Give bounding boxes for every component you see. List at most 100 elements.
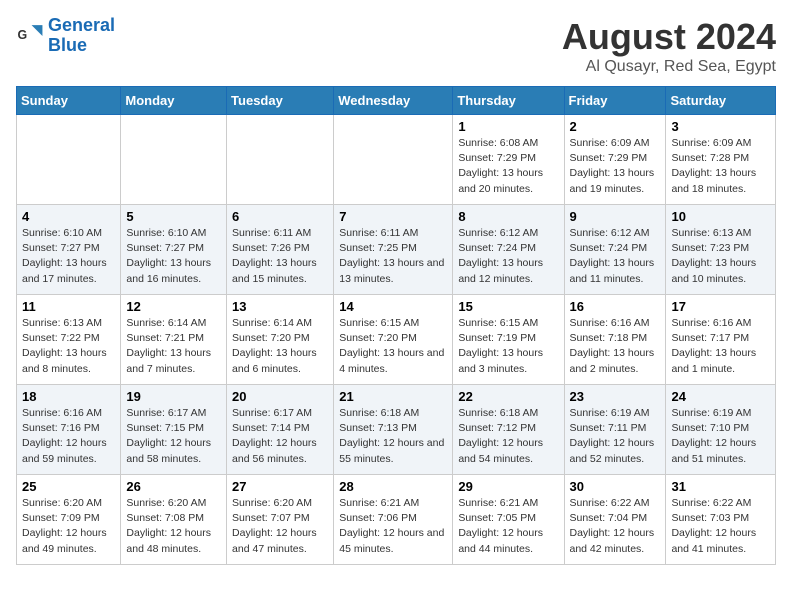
day-info: Sunrise: 6:18 AMSunset: 7:12 PMDaylight:…: [458, 406, 558, 467]
weekday-header-friday: Friday: [564, 87, 666, 115]
day-info: Sunrise: 6:12 AMSunset: 7:24 PMDaylight:…: [570, 226, 661, 287]
day-number: 12: [126, 299, 221, 314]
calendar-cell: 8 Sunrise: 6:12 AMSunset: 7:24 PMDaylight…: [453, 205, 564, 295]
day-info: Sunrise: 6:09 AMSunset: 7:29 PMDaylight:…: [570, 136, 661, 197]
day-info: Sunrise: 6:18 AMSunset: 7:13 PMDaylight:…: [339, 406, 447, 467]
day-info: Sunrise: 6:09 AMSunset: 7:28 PMDaylight:…: [671, 136, 770, 197]
calendar-cell: 4 Sunrise: 6:10 AMSunset: 7:27 PMDaylight…: [17, 205, 121, 295]
day-number: 16: [570, 299, 661, 314]
logo-text: General Blue: [48, 16, 115, 56]
day-info: Sunrise: 6:10 AMSunset: 7:27 PMDaylight:…: [22, 226, 115, 287]
calendar-cell: 23 Sunrise: 6:19 AMSunset: 7:11 PMDayligh…: [564, 385, 666, 475]
day-info: Sunrise: 6:19 AMSunset: 7:11 PMDaylight:…: [570, 406, 661, 467]
calendar-cell: 3 Sunrise: 6:09 AMSunset: 7:28 PMDaylight…: [666, 115, 776, 205]
calendar-cell: 19 Sunrise: 6:17 AMSunset: 7:15 PMDayligh…: [121, 385, 227, 475]
day-info: Sunrise: 6:21 AMSunset: 7:06 PMDaylight:…: [339, 496, 447, 557]
calendar-cell: 15 Sunrise: 6:15 AMSunset: 7:19 PMDayligh…: [453, 295, 564, 385]
day-number: 21: [339, 389, 447, 404]
calendar-cell: 18Sunrise: 6:16 AMSunset: 7:16 PMDayligh…: [17, 385, 121, 475]
day-info: Sunrise: 6:14 AMSunset: 7:21 PMDaylight:…: [126, 316, 221, 377]
weekday-header-thursday: Thursday: [453, 87, 564, 115]
weekday-header-tuesday: Tuesday: [227, 87, 334, 115]
calendar-cell: 26 Sunrise: 6:20 AMSunset: 7:08 PMDayligh…: [121, 475, 227, 565]
day-info: Sunrise: 6:15 AMSunset: 7:20 PMDaylight:…: [339, 316, 447, 377]
day-number: 5: [126, 209, 221, 224]
day-number: 9: [570, 209, 661, 224]
day-info: Sunrise: 6:10 AMSunset: 7:27 PMDaylight:…: [126, 226, 221, 287]
day-number: 10: [671, 209, 770, 224]
logo: G General Blue: [16, 16, 115, 56]
day-number: 4: [22, 209, 115, 224]
day-info: Sunrise: 6:21 AMSunset: 7:05 PMDaylight:…: [458, 496, 558, 557]
logo-line2: Blue: [48, 35, 87, 55]
calendar-week-row: 11 Sunrise: 6:13 AMSunset: 7:22 PMDayligh…: [17, 295, 776, 385]
svg-text:G: G: [18, 28, 28, 42]
title-block: August 2024 Al Qusayr, Red Sea, Egypt: [562, 16, 776, 76]
calendar-week-row: 18Sunrise: 6:16 AMSunset: 7:16 PMDayligh…: [17, 385, 776, 475]
calendar-cell: 9 Sunrise: 6:12 AMSunset: 7:24 PMDaylight…: [564, 205, 666, 295]
day-info: Sunrise: 6:16 AMSunset: 7:16 PMDaylight:…: [22, 406, 115, 467]
day-info: Sunrise: 6:13 AMSunset: 7:23 PMDaylight:…: [671, 226, 770, 287]
day-number: 11: [22, 299, 115, 314]
day-number: 28: [339, 479, 447, 494]
day-number: 2: [570, 119, 661, 134]
calendar-week-row: 4 Sunrise: 6:10 AMSunset: 7:27 PMDaylight…: [17, 205, 776, 295]
calendar-cell: 29 Sunrise: 6:21 AMSunset: 7:05 PMDayligh…: [453, 475, 564, 565]
calendar-cell: 13 Sunrise: 6:14 AMSunset: 7:20 PMDayligh…: [227, 295, 334, 385]
day-number: 8: [458, 209, 558, 224]
calendar-cell: 14 Sunrise: 6:15 AMSunset: 7:20 PMDayligh…: [334, 295, 453, 385]
calendar-cell: 31Sunrise: 6:22 AMSunset: 7:03 PMDayligh…: [666, 475, 776, 565]
day-number: 24: [671, 389, 770, 404]
calendar-week-row: 25 Sunrise: 6:20 AMSunset: 7:09 PMDayligh…: [17, 475, 776, 565]
day-info: Sunrise: 6:13 AMSunset: 7:22 PMDaylight:…: [22, 316, 115, 377]
calendar-cell: 10 Sunrise: 6:13 AMSunset: 7:23 PMDayligh…: [666, 205, 776, 295]
day-info: Sunrise: 6:12 AMSunset: 7:24 PMDaylight:…: [458, 226, 558, 287]
day-number: 17: [671, 299, 770, 314]
day-info: Sunrise: 6:11 AMSunset: 7:25 PMDaylight:…: [339, 226, 447, 287]
day-info: Sunrise: 6:20 AMSunset: 7:09 PMDaylight:…: [22, 496, 115, 557]
calendar-cell: [17, 115, 121, 205]
day-info: Sunrise: 6:17 AMSunset: 7:15 PMDaylight:…: [126, 406, 221, 467]
day-number: 23: [570, 389, 661, 404]
calendar-cell: 25 Sunrise: 6:20 AMSunset: 7:09 PMDayligh…: [17, 475, 121, 565]
calendar-cell: 16 Sunrise: 6:16 AMSunset: 7:18 PMDayligh…: [564, 295, 666, 385]
weekday-header-wednesday: Wednesday: [334, 87, 453, 115]
day-number: 20: [232, 389, 328, 404]
calendar-cell: 30Sunrise: 6:22 AMSunset: 7:04 PMDayligh…: [564, 475, 666, 565]
calendar-cell: 1 Sunrise: 6:08 AMSunset: 7:29 PMDaylight…: [453, 115, 564, 205]
day-info: Sunrise: 6:08 AMSunset: 7:29 PMDaylight:…: [458, 136, 558, 197]
calendar-cell: 5 Sunrise: 6:10 AMSunset: 7:27 PMDaylight…: [121, 205, 227, 295]
day-number: 26: [126, 479, 221, 494]
day-number: 1: [458, 119, 558, 134]
day-number: 3: [671, 119, 770, 134]
calendar-cell: 17Sunrise: 6:16 AMSunset: 7:17 PMDayligh…: [666, 295, 776, 385]
calendar-cell: [227, 115, 334, 205]
day-info: Sunrise: 6:15 AMSunset: 7:19 PMDaylight:…: [458, 316, 558, 377]
calendar-cell: 24 Sunrise: 6:19 AMSunset: 7:10 PMDayligh…: [666, 385, 776, 475]
calendar-cell: 28 Sunrise: 6:21 AMSunset: 7:06 PMDayligh…: [334, 475, 453, 565]
day-info: Sunrise: 6:20 AMSunset: 7:08 PMDaylight:…: [126, 496, 221, 557]
calendar-cell: 11 Sunrise: 6:13 AMSunset: 7:22 PMDayligh…: [17, 295, 121, 385]
day-number: 15: [458, 299, 558, 314]
day-number: 29: [458, 479, 558, 494]
calendar-cell: 22Sunrise: 6:18 AMSunset: 7:12 PMDayligh…: [453, 385, 564, 475]
calendar-cell: 27Sunrise: 6:20 AMSunset: 7:07 PMDayligh…: [227, 475, 334, 565]
day-number: 25: [22, 479, 115, 494]
day-info: Sunrise: 6:20 AMSunset: 7:07 PMDaylight:…: [232, 496, 328, 557]
calendar-cell: 12 Sunrise: 6:14 AMSunset: 7:21 PMDayligh…: [121, 295, 227, 385]
calendar-cell: 20Sunrise: 6:17 AMSunset: 7:14 PMDayligh…: [227, 385, 334, 475]
calendar-cell: [334, 115, 453, 205]
day-number: 14: [339, 299, 447, 314]
day-info: Sunrise: 6:22 AMSunset: 7:03 PMDaylight:…: [671, 496, 770, 557]
day-number: 19: [126, 389, 221, 404]
day-number: 13: [232, 299, 328, 314]
day-number: 6: [232, 209, 328, 224]
calendar-cell: 7Sunrise: 6:11 AMSunset: 7:25 PMDaylight…: [334, 205, 453, 295]
calendar-cell: 6Sunrise: 6:11 AMSunset: 7:26 PMDaylight…: [227, 205, 334, 295]
logo-line1: General: [48, 15, 115, 35]
day-info: Sunrise: 6:16 AMSunset: 7:18 PMDaylight:…: [570, 316, 661, 377]
calendar-cell: 2 Sunrise: 6:09 AMSunset: 7:29 PMDaylight…: [564, 115, 666, 205]
day-info: Sunrise: 6:14 AMSunset: 7:20 PMDaylight:…: [232, 316, 328, 377]
day-info: Sunrise: 6:19 AMSunset: 7:10 PMDaylight:…: [671, 406, 770, 467]
calendar-week-row: 1 Sunrise: 6:08 AMSunset: 7:29 PMDaylight…: [17, 115, 776, 205]
